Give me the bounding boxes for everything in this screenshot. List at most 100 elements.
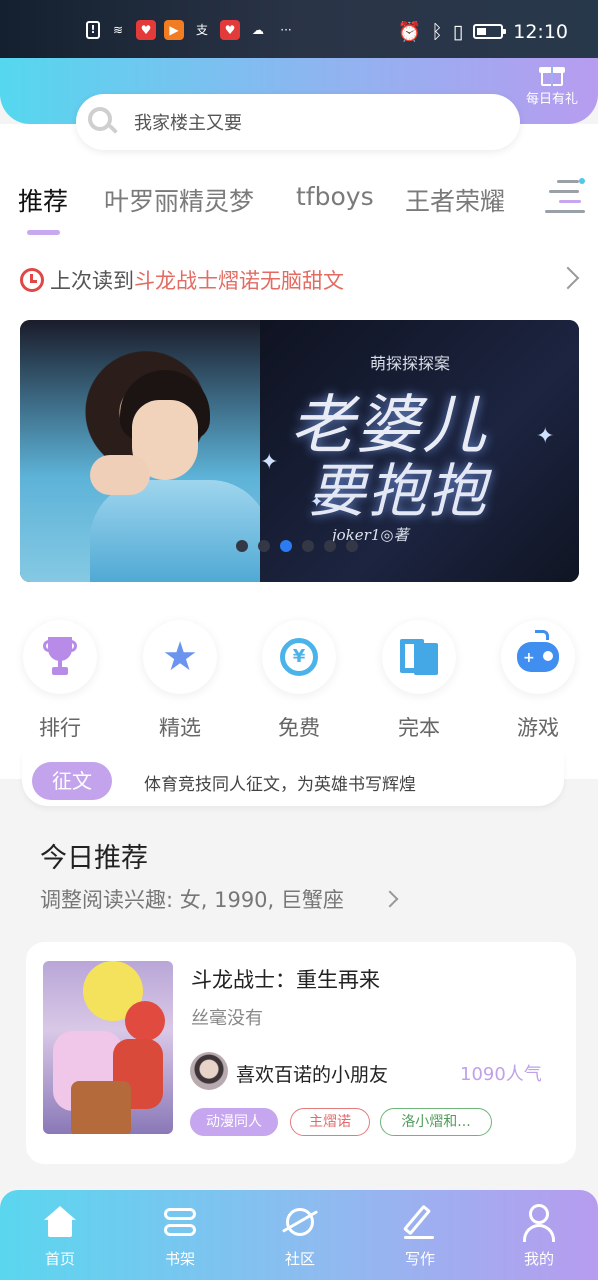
nav-bookshelf[interactable]: 书架 [140, 1202, 220, 1269]
last-read-book[interactable]: 斗龙战士熠诺无脑甜文 [134, 265, 344, 295]
search-bar[interactable]: 我家楼主又要 [76, 94, 520, 150]
quick-free[interactable]: ¥ 免费 [261, 620, 337, 742]
quick-free-label: 免费 [278, 716, 320, 740]
cloud-icon: ☁ [252, 23, 264, 37]
book-cover[interactable] [43, 961, 173, 1134]
book-title[interactable]: 斗龙战士：重生再来 [191, 964, 380, 994]
status-bar: ! ≋ ♥ ▶ 支 ♥ ☁ ··· ⏰ ᛒ ▯ 12:10 [0, 0, 598, 58]
avatar[interactable] [190, 1052, 228, 1090]
book-card[interactable]: 斗龙战士：重生再来 丝毫没有 喜欢百诺的小朋友 1090人气 动漫同人 主熠诺 … [26, 942, 576, 1164]
carousel-dot[interactable] [302, 540, 314, 552]
status-time: 12:10 [513, 20, 568, 43]
quick-featured-label: 精选 [159, 716, 201, 740]
quick-games[interactable]: + 游戏 [500, 620, 576, 742]
reading-interest-link[interactable]: 调整阅读兴趣: 女, 1990, 巨蟹座 [40, 884, 344, 914]
book-tag[interactable]: 动漫同人 [190, 1108, 278, 1136]
clock-icon [20, 268, 44, 292]
active-tab-indicator [27, 230, 60, 235]
gift-icon [539, 62, 565, 86]
nav-write[interactable]: 写作 [380, 1202, 460, 1269]
nav-home[interactable]: 首页 [20, 1202, 100, 1269]
carousel-dot[interactable] [280, 540, 292, 552]
alipay-icon: 支 [195, 23, 208, 37]
carousel-dot[interactable] [236, 540, 248, 552]
quick-ranking[interactable]: 排行 [22, 620, 98, 742]
tab-wangzhe[interactable]: 王者荣耀 [405, 182, 505, 218]
quick-games-label: 游戏 [517, 716, 559, 740]
quick-ranking-label: 排行 [39, 716, 81, 740]
quick-featured[interactable]: ★ 精选 [142, 620, 218, 742]
bookshelf-icon [160, 1202, 200, 1242]
alert-icon: ! [86, 21, 100, 39]
carousel-dot[interactable] [258, 540, 270, 552]
search-input[interactable]: 我家楼主又要 [134, 109, 242, 135]
sparkle-icon: ✦ [536, 424, 555, 449]
sparkle-icon: ✦ [260, 450, 279, 475]
status-icons-left: ! ≋ ♥ ▶ 支 ♥ ☁ ··· [86, 20, 296, 40]
book-description: 丝毫没有 [191, 1008, 263, 1029]
bluetooth-icon: ᛒ [431, 20, 443, 43]
carousel-dot[interactable] [346, 540, 358, 552]
app-orange-icon: ▶ [164, 20, 184, 40]
book-tag[interactable]: 主熠诺 [290, 1108, 370, 1136]
banner-carousel[interactable]: 萌探探探案 老婆儿 要抱抱 joker1◎著 ✦ ✦ ✦ [20, 320, 579, 582]
category-tabs: 推荐 叶罗丽精灵梦 tfboys 王者荣耀 [0, 182, 598, 242]
contest-badge: 征文 [32, 762, 112, 800]
quick-completed[interactable]: 完本 [381, 620, 457, 742]
last-read-prefix: 上次读到 [50, 269, 134, 293]
banner-series: 萌探探探案 [370, 354, 451, 373]
bottom-nav: 首页 书架 社区 写作 我的 [0, 1190, 598, 1280]
trophy-icon [43, 637, 77, 677]
pen-icon [400, 1202, 440, 1242]
tab-tfboys[interactable]: tfboys [296, 182, 374, 211]
home-icon [40, 1202, 80, 1242]
daily-gift-label: 每日有礼 [525, 92, 578, 107]
quick-free-circle: ¥ [262, 620, 336, 694]
banner-title-line2: 要抱抱 [308, 457, 489, 525]
status-icons-right: ⏰ ᛒ ▯ 12:10 [397, 20, 568, 44]
today-title: 今日推荐 [40, 843, 148, 874]
quick-featured-circle: ★ [143, 620, 217, 694]
app-red-icon: ♥ [220, 20, 240, 40]
carousel-dot[interactable] [324, 540, 336, 552]
last-read-row[interactable]: 上次读到 斗龙战士熠诺无脑甜文 [20, 262, 344, 298]
book-icon [400, 639, 438, 675]
planet-icon [280, 1202, 320, 1242]
popularity-count: 1090人气 [460, 1064, 542, 1085]
nav-community[interactable]: 社区 [260, 1202, 340, 1269]
vibrate-icon: ▯ [452, 20, 464, 43]
quick-completed-label: 完本 [398, 716, 440, 740]
author-name[interactable]: 喜欢百诺的小朋友 [236, 1060, 388, 1087]
more-icon: ··· [280, 23, 292, 37]
tab-yeluoli[interactable]: 叶罗丽精灵梦 [104, 182, 254, 218]
nav-profile-label: 我的 [523, 1250, 554, 1268]
nav-write-label: 写作 [404, 1250, 435, 1268]
sparkle-icon: ✦ [310, 492, 324, 511]
main-panel: 推荐 叶罗丽精灵梦 tfboys 王者荣耀 上次读到 斗龙战士熠诺无脑甜文 萌探… [0, 124, 598, 779]
tab-recommend[interactable]: 推荐 [18, 182, 68, 218]
nav-community-label: 社区 [284, 1250, 315, 1268]
quick-completed-circle [382, 620, 456, 694]
daily-gift-button[interactable]: 每日有礼 [520, 58, 584, 118]
user-icon [519, 1202, 559, 1242]
nav-home-label: 首页 [44, 1250, 75, 1268]
alarm-icon: ⏰ [397, 21, 422, 43]
star-icon: ★ [162, 634, 198, 680]
book-tag[interactable]: 洛小熠和... [380, 1108, 492, 1136]
contest-banner[interactable]: 征文 体育竞技同人征文，为英雄书写辉煌 [22, 754, 564, 806]
gamepad-icon: + [517, 630, 559, 672]
battery-icon [473, 24, 507, 39]
chevron-right-icon[interactable] [381, 890, 399, 908]
carousel-dots [236, 540, 358, 552]
wifi-icon: ≋ [112, 23, 124, 37]
nav-profile[interactable]: 我的 [499, 1202, 579, 1269]
category-menu-icon[interactable] [545, 178, 585, 214]
app-red-icon: ♥ [136, 20, 156, 40]
contest-text: 体育竞技同人征文，为英雄书写辉煌 [144, 775, 416, 795]
search-icon [88, 107, 118, 137]
quick-ranking-circle [23, 620, 97, 694]
free-icon: ¥ [280, 638, 318, 676]
nav-bookshelf-label: 书架 [164, 1250, 195, 1268]
quick-games-circle: + [501, 620, 575, 694]
chevron-right-icon[interactable] [556, 266, 580, 290]
